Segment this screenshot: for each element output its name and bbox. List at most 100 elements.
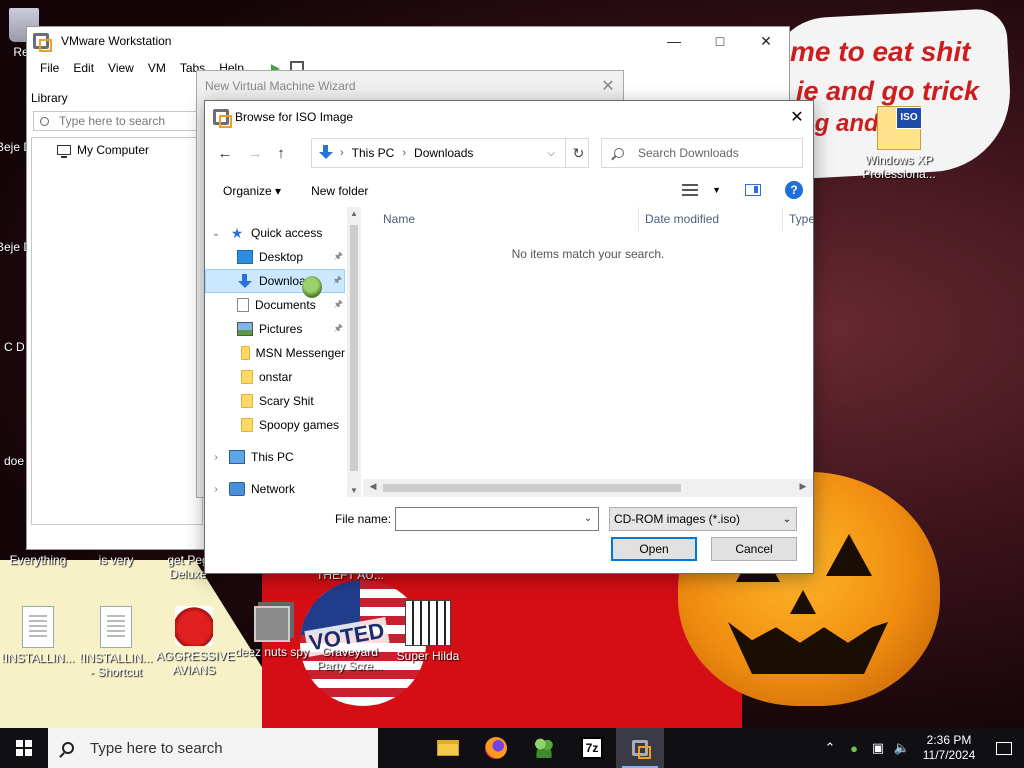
scroll-right-icon[interactable]: ▶ [795,481,811,492]
back-button[interactable]: ← [213,141,237,165]
desktop-icon-deez-nuts-spy[interactable]: deez nuts spy [234,606,310,659]
desktop-icon-super-hilda[interactable]: Super Hilda [390,600,466,663]
desktop-icon-aggressive-avians[interactable]: AGGRESSIVE AVIANS [156,606,235,677]
change-view-icon[interactable] [682,184,699,196]
chevron-down-icon[interactable]: ▼ [712,185,721,195]
nav-item-spoopy-games[interactable]: Spoopy games [205,413,345,437]
tree-item-my-computer[interactable]: My Computer [57,143,149,158]
network-tray-icon[interactable]: ▣ [866,740,890,756]
nav-item-this-pc[interactable]: › This PC [205,445,345,469]
chevron-down-icon[interactable]: ⌵ [540,148,562,159]
maximize-button[interactable]: □ [697,27,743,55]
nav-item-label: Pictures [259,322,303,336]
vmware-titlebar[interactable]: VMware Workstation — □ ✕ [27,27,789,55]
desktop-icon-windows-xp-iso[interactable]: ISO Windows XP Professiona... [858,106,940,181]
nav-item-documents[interactable]: Documents 🖈 [205,293,345,317]
menu-view[interactable]: View [101,61,141,75]
msn-tray-icon[interactable]: ● [842,741,866,756]
desktop-folder-icon [237,250,253,264]
desktop-icon-installing-1[interactable]: !INSTALLIN... [0,606,76,665]
nav-item-network[interactable]: › Network [205,477,345,497]
dialog-titlebar[interactable]: Browse for ISO Image ✕ [205,101,813,133]
nav-item-label: Network [251,482,296,496]
pin-icon: 🖈 [333,250,343,262]
windows-logo-icon [16,740,32,756]
game-shortcut-icon [332,606,368,642]
chevron-up-icon[interactable]: ⌃ [818,740,842,756]
wizard-close-button[interactable]: ✕ [593,76,623,96]
desktop-icon-everything[interactable]: Everything [0,553,76,567]
file-name-input[interactable] [395,507,599,531]
file-explorer-icon [437,740,459,756]
chevron-right-icon: › [402,147,407,159]
file-list-horizontal-scrollbar[interactable]: ◀ ▶ [363,479,813,497]
column-header-date-modified[interactable]: Date modified [639,207,783,231]
taskbar-firefox[interactable] [472,728,520,768]
address-bar[interactable]: › This PC › Downloads ⌵ [311,138,589,168]
breadcrumb-downloads[interactable]: Downloads [414,146,473,160]
column-header-name[interactable]: Name [363,207,639,231]
pictures-folder-icon [237,322,253,336]
file-type-select[interactable]: CD-ROM images (*.iso) ⌄ [609,507,797,531]
nav-item-downloads[interactable]: Downloads 🖈 [205,269,345,293]
7zip-icon: 7z [581,737,603,759]
forward-button[interactable]: → [243,141,267,165]
help-icon[interactable]: ? [785,181,803,199]
desktop-icon-label: !INSTALLIN... - Shortcut [79,651,153,679]
desktop-icon-graveyard-party[interactable]: Graveyard Party Scre... [312,606,388,673]
library-search-placeholder: Type here to search [59,114,166,128]
desktop-icon-installing-shortcut[interactable]: !INSTALLIN... - Shortcut [78,606,154,679]
cursor-busy-icon [302,276,322,298]
dialog-close-button[interactable]: ✕ [781,101,813,133]
nav-item-quick-access[interactable]: ⌄ ★ Quick access [205,221,345,245]
library-search-input[interactable]: Type here to search [33,111,203,131]
nav-item-label: onstar [259,370,293,384]
notification-icon [996,741,1012,755]
taskbar-vmware[interactable] [616,728,664,768]
nav-item-desktop[interactable]: Desktop 🖈 [205,245,345,269]
scrollbar-thumb[interactable] [383,484,681,492]
open-button[interactable]: Open [611,537,697,561]
desktop-icon-label: Super Hilda [396,649,460,663]
nav-item-scary-shit[interactable]: Scary Shit [205,389,345,413]
taskbar-clock[interactable]: 2:36 PM 11/7/2024 [914,733,984,763]
desktop-icon-is-very[interactable]: is very [78,553,154,567]
taskbar-file-explorer[interactable] [424,728,472,768]
navigation-row: ← → ↑ › This PC › Downloads ⌵ ↻ Search D… [213,137,807,169]
wizard-titlebar[interactable]: New Virtual Machine Wizard ✕ [197,71,623,101]
nav-item-msn-messenger[interactable]: MSN Messenger [205,341,345,365]
volume-icon[interactable]: 🔈 [890,740,914,756]
file-list[interactable]: Name Date modified Type No items match y… [363,207,813,497]
nav-item-onstar[interactable]: onstar [205,365,345,389]
minimize-button[interactable]: — [651,27,697,55]
scroll-left-icon[interactable]: ◀ [365,481,381,492]
menu-edit[interactable]: Edit [66,61,101,75]
menu-file[interactable]: File [33,61,66,75]
new-folder-button[interactable]: New folder [311,184,368,198]
search-downloads-input[interactable]: Search Downloads [601,138,803,168]
column-header-type[interactable]: Type [783,207,813,231]
menu-vm[interactable]: VM [141,61,173,75]
navigation-pane-scrollbar[interactable]: ▲ ▼ [347,207,361,497]
nav-item-pictures[interactable]: Pictures 🖈 [205,317,345,341]
close-button[interactable]: ✕ [743,27,789,55]
chevron-down-icon[interactable]: ⌄ [579,508,597,530]
notification-center-button[interactable] [984,741,1024,755]
cancel-button[interactable]: Cancel [711,537,797,561]
scroll-down-icon[interactable]: ▼ [347,486,361,495]
organize-button[interactable]: Organize ▾ [223,184,281,198]
scroll-up-icon[interactable]: ▲ [347,209,361,218]
iso-file-icon: ISO [877,106,922,150]
breadcrumb-this-pc[interactable]: This PC [352,146,395,160]
taskbar-7zip[interactable]: 7z [568,728,616,768]
preview-pane-icon[interactable] [745,184,761,196]
vmware-title: VMware Workstation [61,34,172,48]
refresh-button[interactable]: ↻ [565,138,591,168]
up-button[interactable]: ↑ [269,141,293,165]
taskbar-search-box[interactable]: Type here to search [48,728,378,768]
scrollbar-thumb[interactable] [350,225,358,471]
wallpaper-caption-line2: ie and go trick [796,76,980,106]
desktop-icon-label: get Peg Deluxe [167,553,209,581]
start-button[interactable] [0,728,48,768]
taskbar-msn-messenger[interactable] [520,728,568,768]
